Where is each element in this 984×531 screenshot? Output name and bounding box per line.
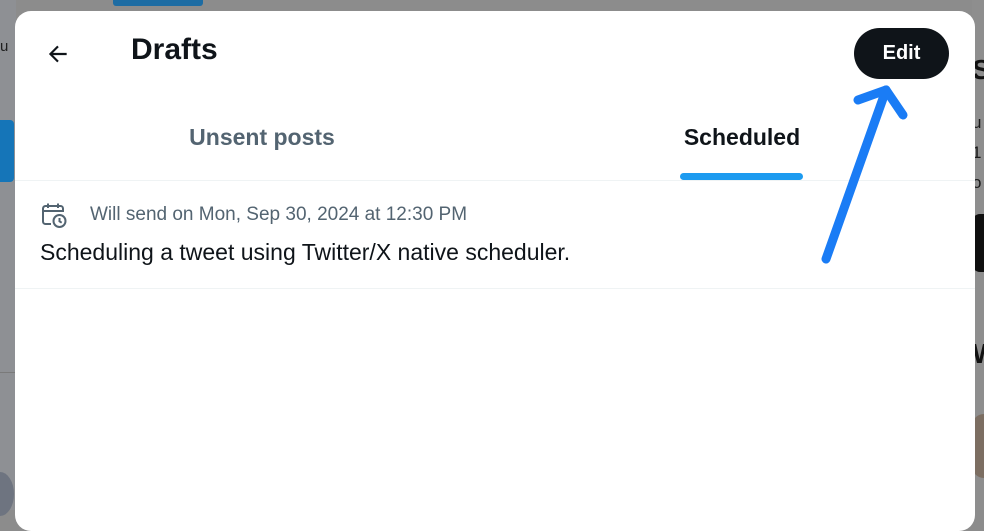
tab-unsent-posts[interactable]: Unsent posts <box>15 95 509 180</box>
arrow-left-icon <box>48 45 67 63</box>
active-tab-indicator <box>680 173 803 180</box>
back-button[interactable] <box>35 31 81 77</box>
annotation-arrow-icon <box>821 85 908 264</box>
background-left-panel: u <box>0 0 16 516</box>
schedule-info: Will send on Mon, Sep 30, 2024 at 12:30 … <box>40 201 467 229</box>
background-tab-indicator <box>113 0 203 6</box>
schedule-time-text: Will send on Mon, Sep 30, 2024 at 12:30 … <box>90 204 468 225</box>
calendar-clock-icon <box>42 203 67 228</box>
background-button-fragment <box>0 120 14 182</box>
page-title: Drafts <box>131 33 218 66</box>
background-avatar <box>0 472 14 516</box>
post-text: Scheduling a tweet using Twitter/X nativ… <box>40 239 571 265</box>
background-divider <box>0 372 16 373</box>
background-text-fragment: u <box>0 38 9 55</box>
